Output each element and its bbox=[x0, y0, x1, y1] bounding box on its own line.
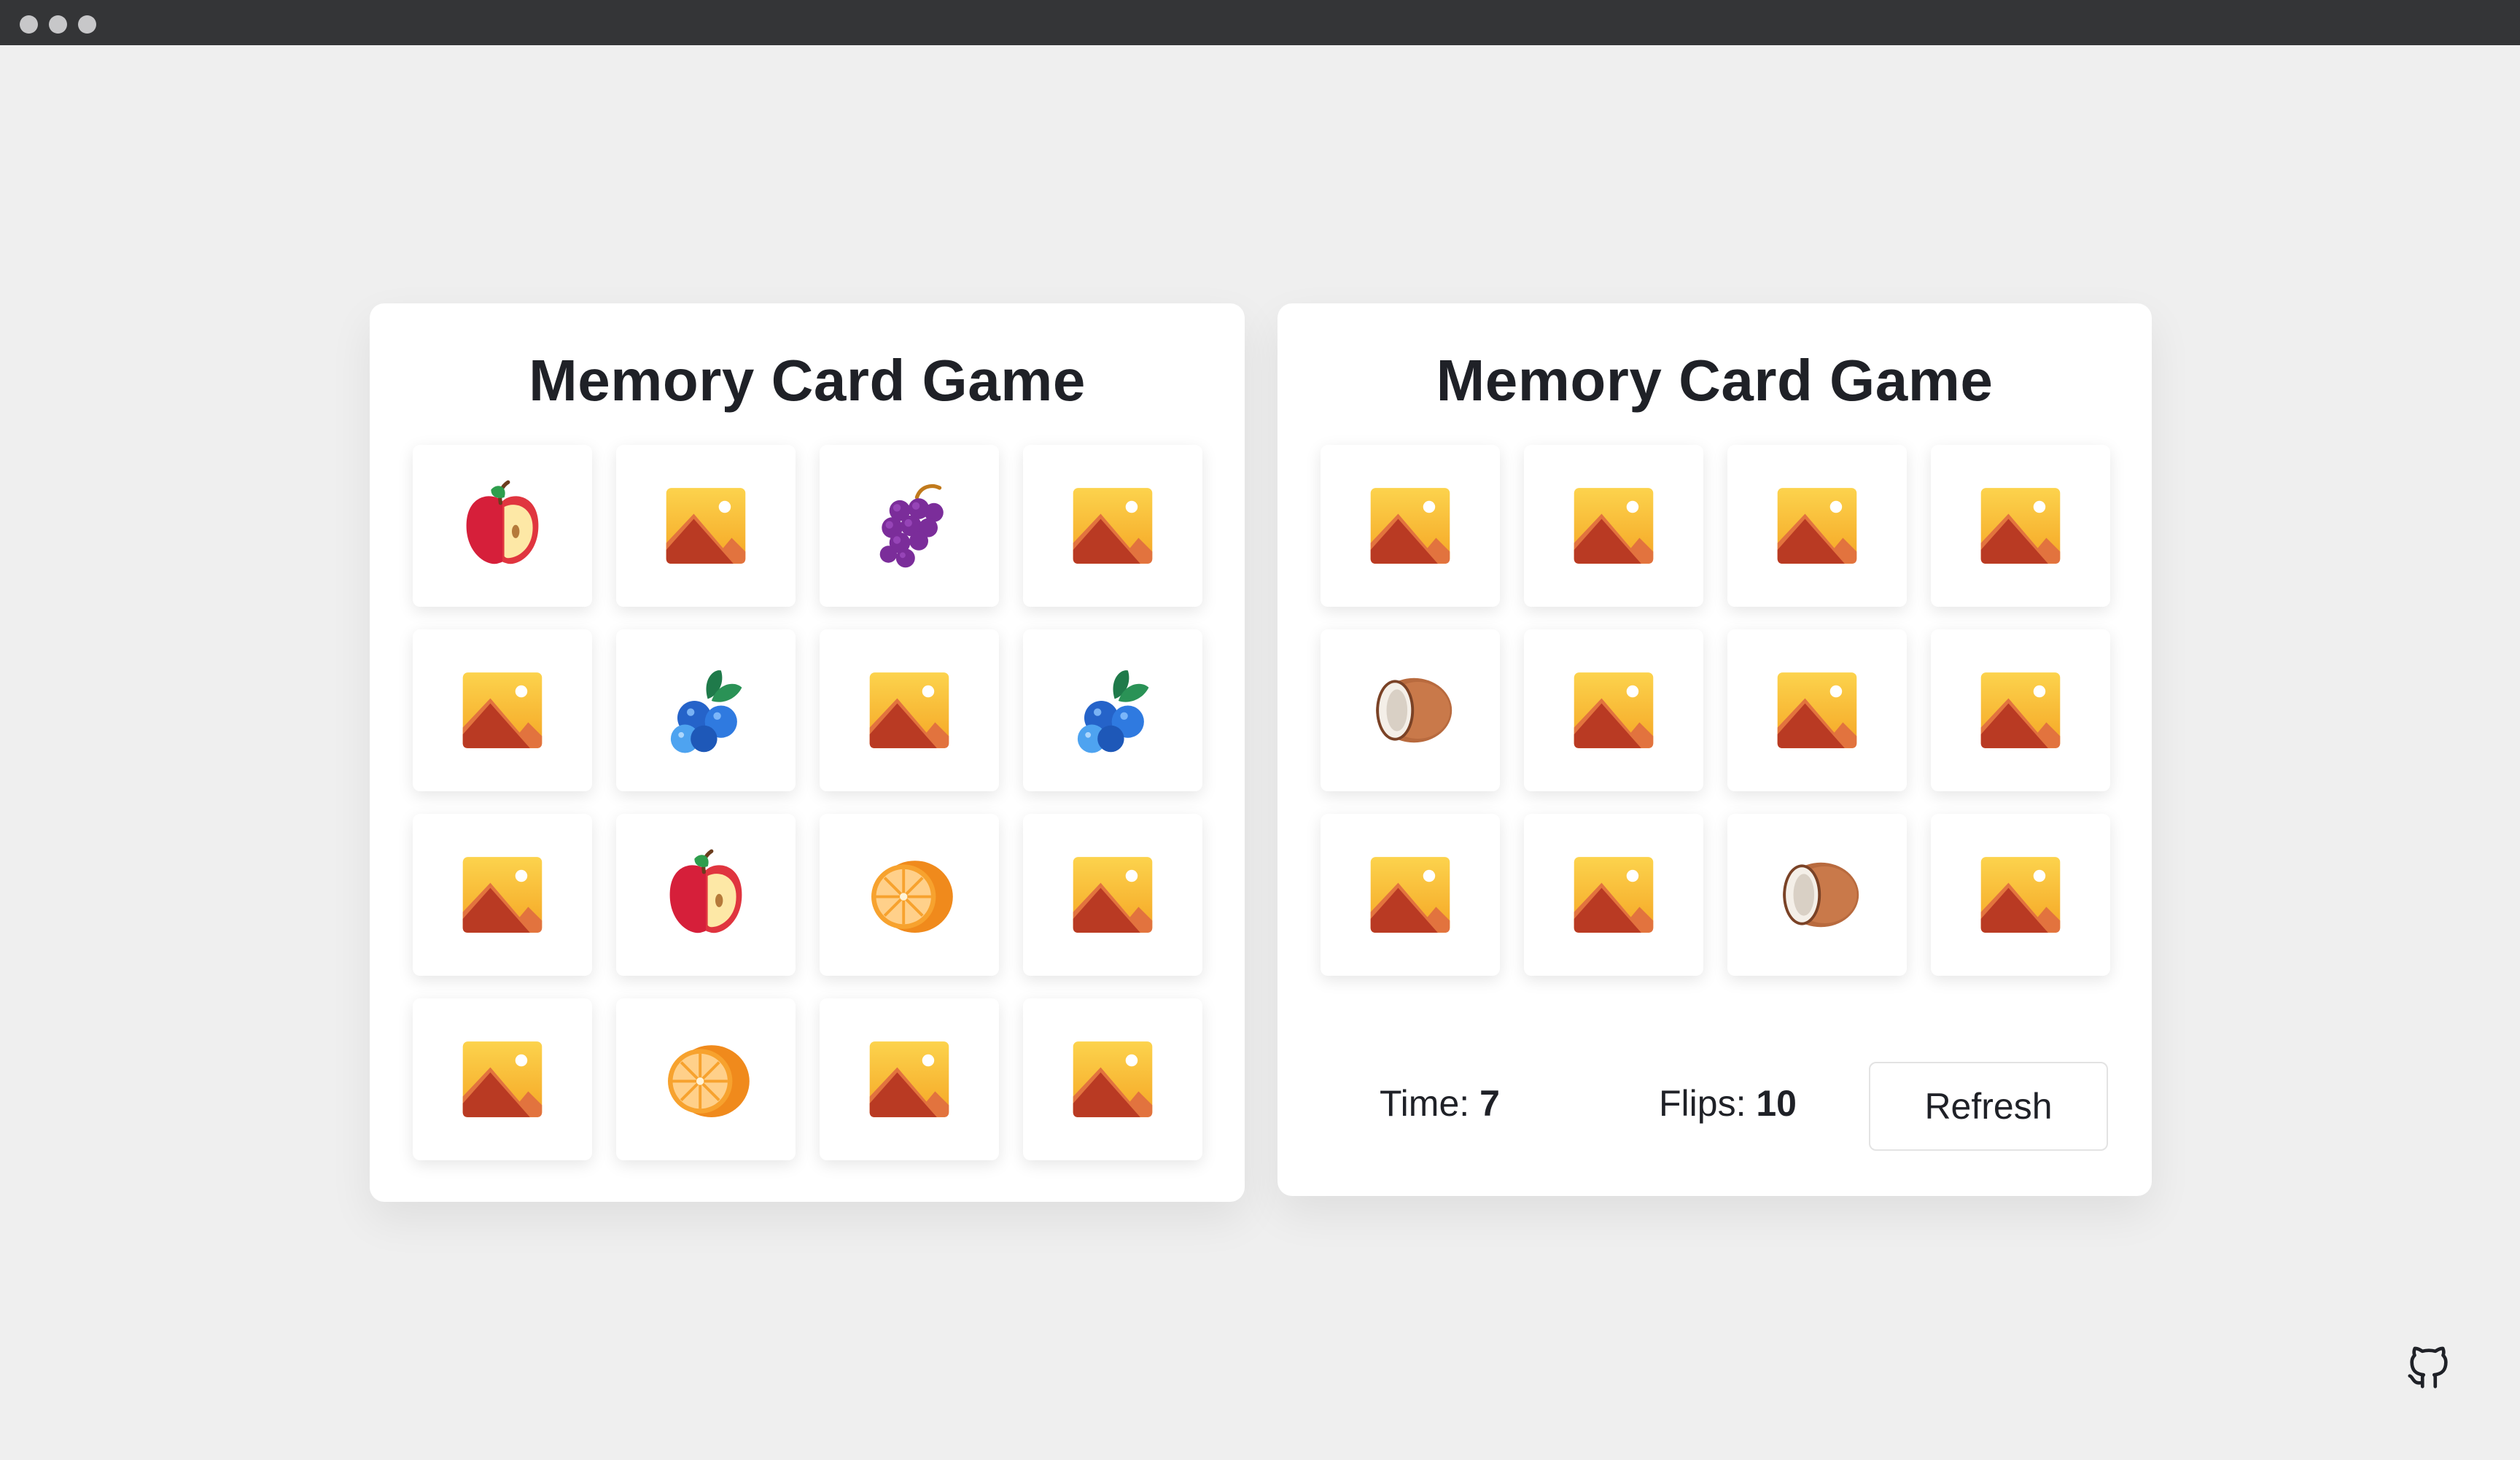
coconut-icon bbox=[1766, 847, 1868, 942]
game-title: Memory Card Game bbox=[1436, 348, 1994, 413]
image-placeholder-icon bbox=[1978, 852, 2064, 938]
card-face-down[interactable] bbox=[413, 998, 592, 1160]
card-face-up[interactable] bbox=[820, 445, 999, 607]
orange-icon bbox=[862, 847, 957, 942]
image-placeholder-icon bbox=[459, 667, 545, 753]
card-face-down[interactable] bbox=[1524, 814, 1703, 976]
card-face-down[interactable] bbox=[1023, 814, 1202, 976]
card-face-down[interactable] bbox=[1524, 629, 1703, 791]
card-face-down[interactable] bbox=[413, 814, 592, 976]
blueberries-icon bbox=[658, 663, 753, 758]
image-placeholder-icon bbox=[459, 1036, 545, 1122]
card-face-down[interactable] bbox=[1727, 629, 1907, 791]
memory-game-panel-left: Memory Card Game bbox=[370, 303, 1245, 1202]
window-maximize-dot[interactable] bbox=[78, 15, 96, 34]
github-link[interactable] bbox=[2403, 1342, 2454, 1393]
card-face-up[interactable] bbox=[616, 998, 796, 1160]
card-face-up[interactable] bbox=[820, 814, 999, 976]
image-placeholder-icon bbox=[1571, 667, 1657, 753]
orange-icon bbox=[658, 1032, 753, 1127]
card-face-down[interactable] bbox=[1931, 445, 2110, 607]
blueberries-icon bbox=[1065, 663, 1160, 758]
card-face-down[interactable] bbox=[1023, 998, 1202, 1160]
card-face-up[interactable] bbox=[1023, 629, 1202, 791]
card-face-up[interactable] bbox=[1727, 814, 1907, 976]
card-face-down[interactable] bbox=[1321, 814, 1500, 976]
card-face-up[interactable] bbox=[413, 445, 592, 607]
refresh-button[interactable]: Refresh bbox=[1869, 1062, 2108, 1151]
flips-stat: Flips: 10 bbox=[1659, 1082, 1797, 1125]
apple-icon bbox=[658, 847, 753, 942]
image-placeholder-icon bbox=[1774, 483, 1860, 569]
image-placeholder-icon bbox=[459, 852, 545, 938]
time-label: Time: bbox=[1380, 1083, 1470, 1124]
card-face-down[interactable] bbox=[1931, 629, 2110, 791]
game-title: Memory Card Game bbox=[529, 348, 1086, 413]
card-face-down[interactable] bbox=[1023, 445, 1202, 607]
card-face-down[interactable] bbox=[1524, 445, 1703, 607]
card-face-down[interactable] bbox=[413, 629, 592, 791]
image-placeholder-icon bbox=[1070, 483, 1156, 569]
window-titlebar bbox=[0, 0, 2520, 45]
image-placeholder-icon bbox=[866, 667, 952, 753]
time-value: 7 bbox=[1479, 1083, 1500, 1124]
time-stat: Time: 7 bbox=[1380, 1082, 1500, 1125]
image-placeholder-icon bbox=[663, 483, 749, 569]
coconut-icon bbox=[1359, 663, 1461, 758]
game-stats-bar: Time: 7 Flips: 10 Refresh bbox=[1321, 1062, 2109, 1152]
card-face-down[interactable] bbox=[1931, 814, 2110, 976]
image-placeholder-icon bbox=[1571, 852, 1657, 938]
image-placeholder-icon bbox=[1367, 483, 1453, 569]
flips-label: Flips: bbox=[1659, 1083, 1746, 1124]
flips-value: 10 bbox=[1756, 1083, 1797, 1124]
card-face-up[interactable] bbox=[1321, 629, 1500, 791]
image-placeholder-icon bbox=[1070, 852, 1156, 938]
apple-icon bbox=[455, 478, 550, 573]
card-face-down[interactable] bbox=[1727, 445, 1907, 607]
window-close-dot[interactable] bbox=[20, 15, 38, 34]
window-minimize-dot[interactable] bbox=[49, 15, 67, 34]
grapes-icon bbox=[862, 478, 957, 573]
card-face-down[interactable] bbox=[616, 445, 796, 607]
image-placeholder-icon bbox=[1978, 667, 2064, 753]
github-icon bbox=[2408, 1346, 2448, 1389]
card-face-up[interactable] bbox=[616, 814, 796, 976]
image-placeholder-icon bbox=[1978, 483, 2064, 569]
card-face-down[interactable] bbox=[820, 629, 999, 791]
memory-game-panel-right: Memory Card Game Time: 7 Flips: 10 Refre… bbox=[1278, 303, 2152, 1196]
image-placeholder-icon bbox=[1070, 1036, 1156, 1122]
image-placeholder-icon bbox=[866, 1036, 952, 1122]
image-placeholder-icon bbox=[1774, 667, 1860, 753]
card-face-down[interactable] bbox=[820, 998, 999, 1160]
card-face-up[interactable] bbox=[616, 629, 796, 791]
card-face-down[interactable] bbox=[1321, 445, 1500, 607]
image-placeholder-icon bbox=[1571, 483, 1657, 569]
image-placeholder-icon bbox=[1367, 852, 1453, 938]
